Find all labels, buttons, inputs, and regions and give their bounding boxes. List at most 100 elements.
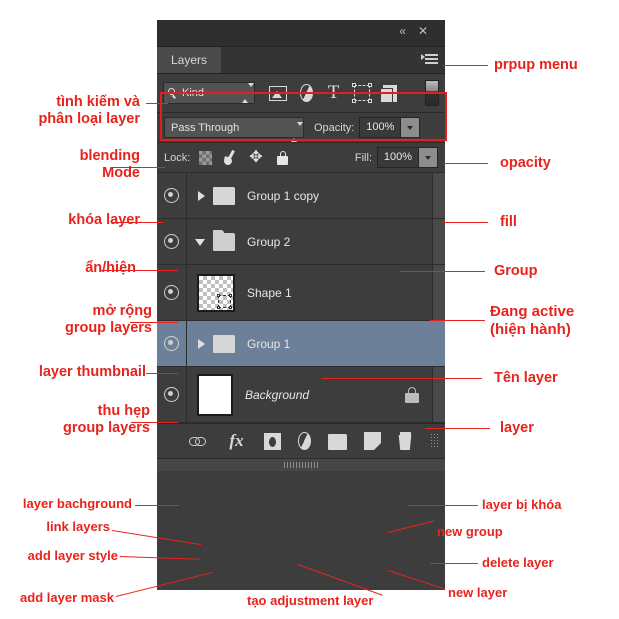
eye-icon[interactable] (164, 234, 179, 249)
leader-line (146, 103, 168, 105)
table-row[interactable]: Group 1 copy (157, 173, 445, 219)
annotation-show-hide: ẩn/hiện (85, 260, 136, 276)
annotation-fill: fill (500, 214, 517, 230)
annotation-delete-layer: delete layer (482, 555, 554, 570)
resize-grip-icon[interactable] (430, 433, 440, 447)
search-icon (168, 87, 179, 99)
layer-visibility-cell[interactable] (157, 265, 187, 320)
delete-layer-button[interactable] (398, 432, 413, 450)
fill-value[interactable]: 100% (378, 148, 418, 167)
lock-transparent-pixels-icon[interactable] (199, 150, 213, 165)
new-layer-button[interactable] (363, 432, 381, 450)
layers-bottom-toolbar: fx (157, 423, 445, 458)
folder-open-icon (213, 229, 235, 251)
add-layer-style-button[interactable]: fx (227, 431, 247, 451)
annotation-adjustment-layer: tạo adjustment layer (247, 593, 374, 608)
eye-icon[interactable] (164, 336, 179, 351)
panel-tab-bar: Layers (157, 47, 445, 74)
fill-dropdown-arrow-icon[interactable] (418, 148, 437, 167)
annotation-new-group: new group (437, 524, 503, 539)
eye-icon[interactable] (164, 188, 179, 203)
filter-toggle-switch[interactable] (425, 80, 439, 106)
leader-line (322, 378, 482, 380)
table-row[interactable]: Group 2 (157, 219, 445, 265)
layer-name: Group 1 (247, 336, 291, 351)
filter-kind-value: Kind (182, 87, 205, 99)
new-group-button[interactable] (327, 434, 347, 450)
layer-filter-row: Kind T (157, 74, 445, 113)
annotation-add-layer-style: add layer style (27, 548, 118, 563)
blend-mode-row: Pass Through Opacity: 100% (157, 113, 445, 143)
layers-list: Group 1 copy Group 2 Shape 1 Group 1 Bac… (157, 173, 445, 423)
disclosure-triangle-collapsed-icon[interactable] (195, 337, 209, 351)
layer-visibility-cell[interactable] (157, 219, 187, 264)
table-row[interactable]: Shape 1 (157, 265, 445, 321)
panel-footer (157, 458, 445, 471)
lock-position-icon[interactable] (249, 147, 264, 167)
adjustment-layers-filter-icon[interactable] (300, 84, 313, 102)
link-layers-button[interactable] (188, 431, 210, 451)
table-row[interactable]: Group 1 (157, 321, 445, 367)
annotation-lock-layer: khóa layer (68, 212, 140, 228)
smart-object-filter-icon[interactable] (380, 84, 397, 103)
opacity-dropdown-arrow-icon[interactable] (400, 118, 420, 137)
layers-panel: «✕ Layers Kind T Pass Through Opacity: 1… (157, 20, 445, 590)
annotation-popup-menu: prpup menu (494, 57, 578, 73)
leader-line (408, 505, 478, 507)
eye-icon[interactable] (164, 387, 179, 402)
leader-line (430, 563, 478, 565)
window-controls: «✕ (396, 23, 437, 38)
new-adjustment-layer-button[interactable] (297, 432, 311, 450)
leader-line (443, 222, 488, 224)
layer-visibility-cell[interactable] (157, 321, 187, 366)
annotation-new-layer: new layer (448, 585, 508, 600)
fill-label: Fill: (354, 151, 372, 164)
shape-layers-filter-icon[interactable] (352, 83, 372, 103)
annotation-collapse-group: thu hẹp group layers (62, 403, 150, 437)
pixel-layers-filter-icon[interactable] (269, 85, 287, 101)
annotation-group: Group (494, 263, 538, 279)
panel-resize-handle[interactable] (284, 462, 318, 468)
leader-line (443, 65, 488, 67)
collapse-icon[interactable]: « (396, 24, 415, 38)
leader-line (400, 271, 485, 273)
tab-layers[interactable]: Layers (157, 47, 222, 73)
opacity-value[interactable]: 100% (360, 118, 401, 137)
annotation-layer-thumbnail: layer thumbnail (38, 364, 146, 380)
annotation-link-layers: link layers (46, 519, 110, 534)
layer-visibility-cell[interactable] (157, 367, 187, 422)
close-icon[interactable]: ✕ (415, 24, 437, 38)
vector-mask-badge-icon (217, 293, 232, 309)
annotation-search-sort: tình kiếm và phân loại layer (38, 94, 140, 128)
add-layer-mask-button[interactable] (263, 433, 281, 450)
annotation-layer-background: layer bachground (22, 496, 132, 511)
annotation-layer: layer (500, 420, 534, 436)
layer-visibility-cell[interactable] (157, 173, 187, 218)
disclosure-triangle-expanded-icon[interactable] (195, 235, 209, 249)
opacity-label: Opacity: (314, 121, 355, 134)
layer-thumbnail[interactable] (197, 273, 235, 312)
type-layers-filter-icon[interactable]: T (326, 83, 341, 103)
disclosure-triangle-collapsed-icon[interactable] (195, 189, 209, 203)
layer-name: Group 1 copy (247, 188, 320, 203)
chevron-updown-icon[interactable] (242, 83, 254, 103)
annotation-expand-group: mở rộng group layers (64, 303, 152, 337)
table-row[interactable]: Background (157, 367, 445, 423)
annotation-add-layer-mask: add layer mask (20, 590, 114, 605)
annotation-layer-name: Tên layer (494, 370, 558, 386)
opacity-field[interactable]: 100% (359, 117, 421, 138)
layer-thumbnail[interactable] (197, 373, 233, 416)
blend-mode-value: Pass Through (171, 122, 240, 134)
lock-image-pixels-icon[interactable] (223, 150, 238, 165)
panel-window-bar: «✕ (157, 20, 445, 47)
leader-line (135, 505, 179, 507)
lock-label: Lock: (164, 151, 191, 164)
panel-popup-menu-icon[interactable] (421, 54, 438, 66)
annotation-blending-mode: blending Mode (79, 148, 140, 182)
lock-all-icon[interactable] (275, 150, 290, 165)
blend-mode-select[interactable]: Pass Through (164, 117, 304, 142)
fill-field[interactable]: 100% (377, 147, 438, 168)
chevron-updown-icon[interactable] (291, 122, 303, 142)
filter-kind-select[interactable]: Kind (163, 82, 255, 104)
eye-icon[interactable] (164, 285, 179, 300)
